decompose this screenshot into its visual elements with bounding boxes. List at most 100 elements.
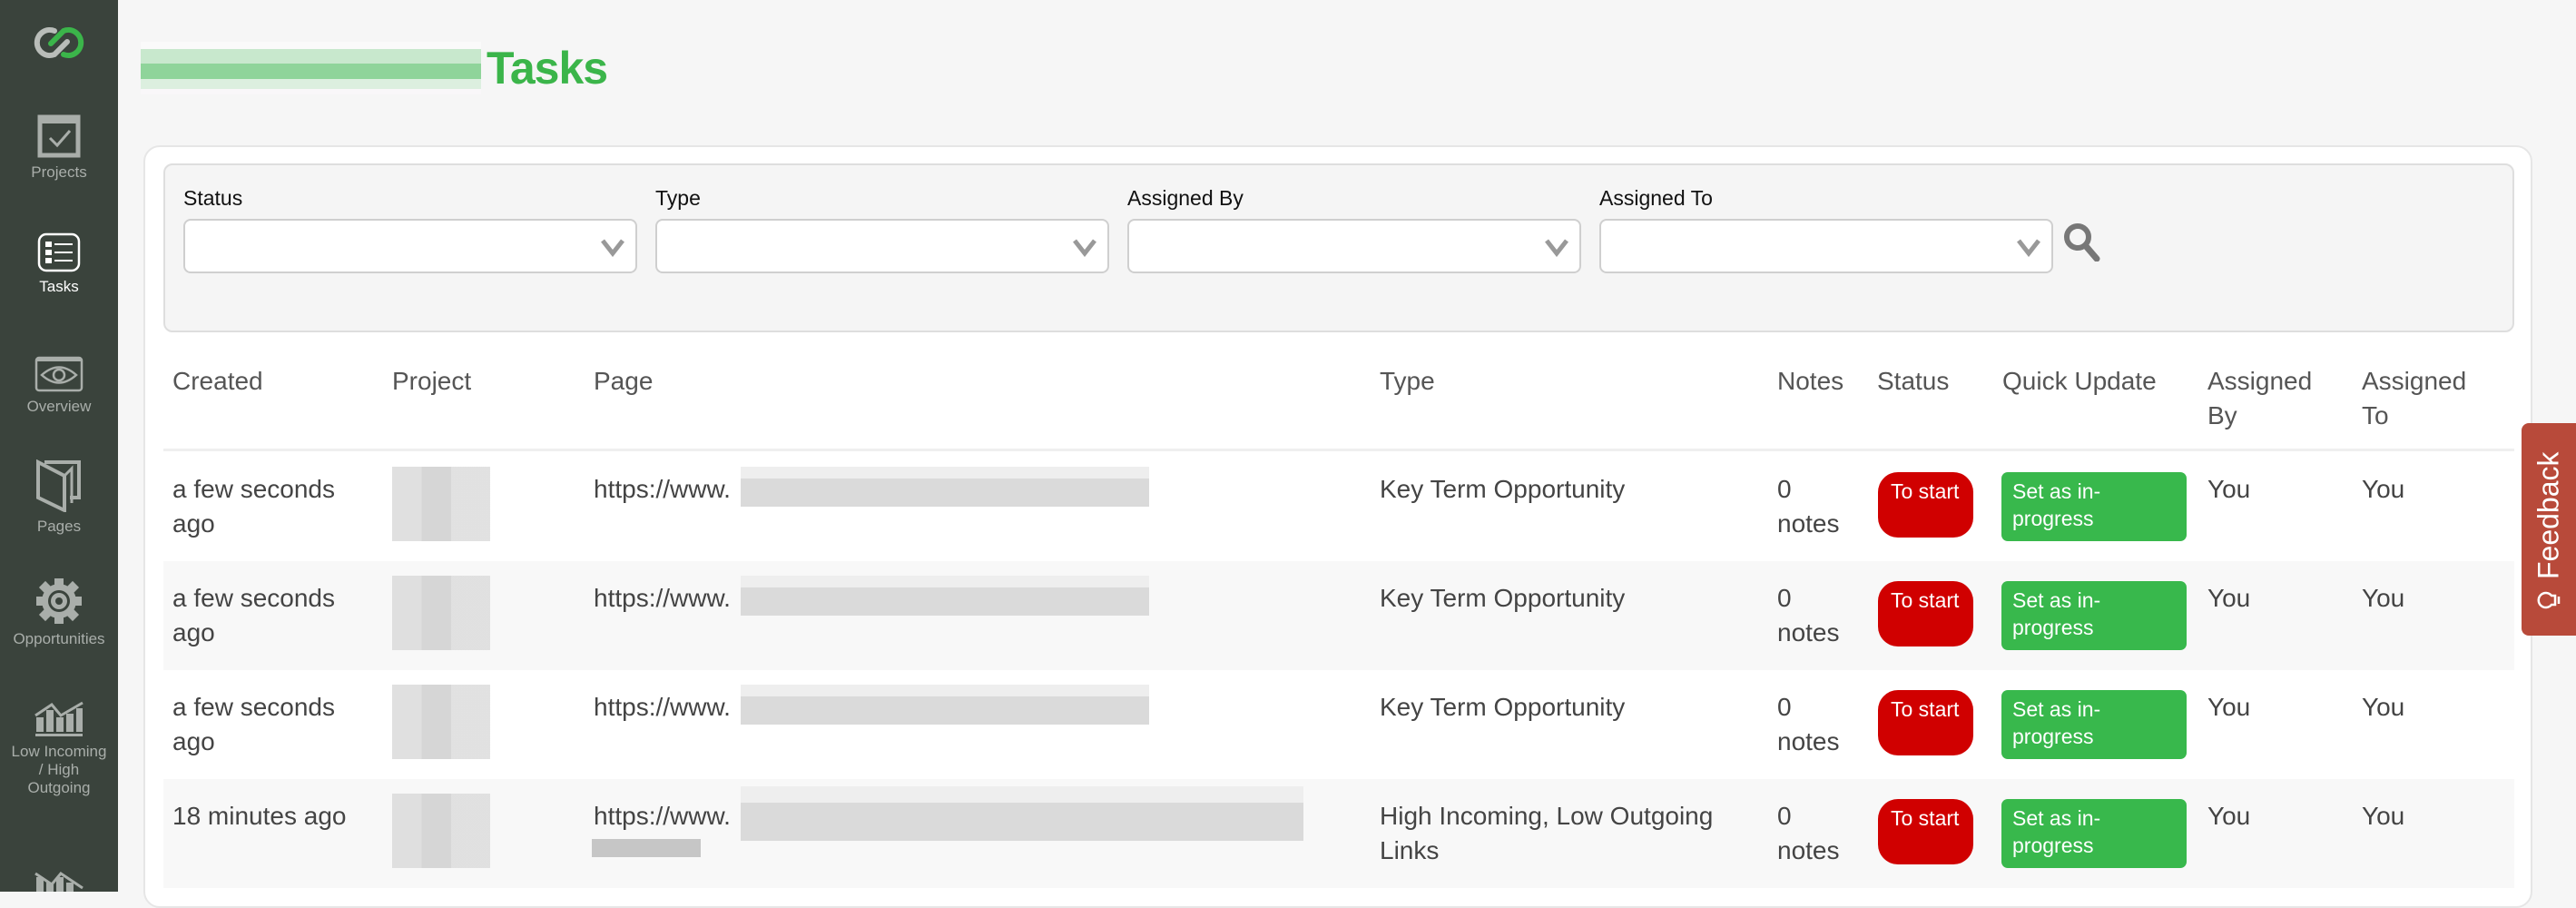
chart-down-icon [34, 872, 84, 892]
feedback-tab[interactable]: Feedback [2522, 423, 2576, 636]
notes-cell[interactable]: 0 notes [1777, 799, 1850, 868]
created-cell: 18 minutes ago [172, 802, 347, 830]
assigned-by-cell: You [2207, 584, 2251, 612]
set-in-progress-button[interactable]: Set as in-progress [2001, 581, 2187, 650]
sidebar-item-projects[interactable]: Projects [0, 114, 118, 182]
redacted-url [741, 576, 1149, 616]
column-header-assigned-to[interactable]: Assigned To [2362, 364, 2466, 433]
created-cell: a few seconds ago [172, 693, 335, 755]
set-in-progress-button[interactable]: Set as in-progress [2001, 690, 2187, 759]
chevron-down-icon [1073, 239, 1096, 257]
page-link[interactable]: https://www. [594, 690, 731, 725]
assigned-to-cell: You [2362, 693, 2405, 721]
created-cell: a few seconds ago [172, 584, 335, 646]
filter-label: Type [655, 186, 701, 210]
redacted-url [741, 685, 1149, 725]
sidebar-item-tasks[interactable]: Tasks [0, 232, 118, 296]
chart-up-icon [34, 701, 84, 736]
type-cell: Key Term Opportunity [1380, 475, 1626, 503]
column-header-project[interactable]: Project [392, 364, 471, 399]
page-link[interactable]: https://www. [594, 799, 731, 834]
filter-label: Assigned By [1127, 186, 1244, 210]
status-badge: To start [1878, 472, 1973, 538]
status-select[interactable] [183, 219, 637, 273]
sidebar-item-pages[interactable]: Pages [0, 459, 118, 536]
feedback-label: Feedback [2532, 451, 2565, 580]
sidebar-item-label: Projects [31, 163, 87, 181]
redacted-url [741, 467, 1149, 507]
table-row: a few seconds ago https://www. Key Term … [163, 670, 2514, 779]
column-header-type[interactable]: Type [1380, 364, 1435, 399]
assigned-to-cell: You [2362, 584, 2405, 612]
chevron-down-icon [2017, 239, 2040, 257]
status-badge: To start [1878, 690, 1973, 755]
redacted-project-name [141, 42, 481, 94]
column-header-created[interactable]: Created [172, 364, 263, 399]
status-badge: To start [1878, 581, 1973, 646]
checkbox-icon [37, 114, 81, 158]
column-header-notes[interactable]: Notes [1777, 364, 1844, 399]
assigned-to-select[interactable] [1599, 219, 2053, 273]
created-cell: a few seconds ago [172, 475, 335, 538]
sidebar-item-label: Pages [36, 518, 82, 535]
feedback-content: Feedback [2525, 450, 2572, 614]
column-header-page[interactable]: Page [594, 364, 653, 399]
sidebar-item-more[interactable] [0, 870, 118, 897]
assigned-to-cell: You [2362, 802, 2405, 830]
table-row: a few seconds ago https://www. Key Term … [163, 452, 2514, 561]
filter-type: Type [655, 184, 1109, 273]
type-cell: Key Term Opportunity [1380, 584, 1626, 612]
notes-cell[interactable]: 0 notes [1777, 581, 1850, 650]
assigned-to-cell: You [2362, 475, 2405, 503]
page-title-text: Tasks [487, 43, 608, 94]
sidebar-item-label: Opportunities [13, 630, 105, 647]
gear-icon [36, 578, 82, 624]
logo-icon[interactable] [27, 20, 91, 65]
sidebar-item-opportunities[interactable]: Opportunities [0, 577, 118, 648]
assigned-by-cell: You [2207, 802, 2251, 830]
pages-icon [36, 459, 81, 512]
lightbulb-icon [2537, 592, 2561, 609]
filter-label: Status [183, 186, 243, 210]
type-cell: High Incoming, Low Outgoing Links [1380, 802, 1714, 864]
filter-assigned-by: Assigned By [1127, 184, 1581, 273]
chevron-down-icon [1545, 239, 1568, 257]
set-in-progress-button[interactable]: Set as in-progress [2001, 472, 2187, 541]
table-row: 18 minutes ago https://www. High Incomin… [163, 779, 2514, 888]
redacted-url [741, 786, 1303, 841]
redacted-project [392, 685, 490, 759]
redacted-project [392, 794, 490, 868]
notes-cell[interactable]: 0 notes [1777, 690, 1850, 759]
search-icon[interactable] [2062, 222, 2102, 262]
sidebar-item-label: Overview [26, 398, 92, 415]
table-row: a few seconds ago https://www. Key Term … [163, 561, 2514, 670]
filter-label: Assigned To [1599, 186, 1713, 210]
type-cell: Key Term Opportunity [1380, 693, 1626, 721]
filter-status: Status [183, 184, 637, 273]
assigned-by-cell: You [2207, 475, 2251, 503]
page-link[interactable]: https://www. [594, 581, 731, 616]
list-icon [37, 232, 81, 272]
redacted-url-suffix [592, 839, 701, 857]
redacted-project [392, 576, 490, 650]
page-title: Tasks [141, 38, 608, 98]
notes-cell[interactable]: 0 notes [1777, 472, 1850, 541]
column-header-assigned-by[interactable]: Assigned By [2207, 364, 2312, 433]
chevron-down-icon [601, 239, 624, 257]
table-header: Created Project Page Type Notes Status Q… [163, 359, 2514, 451]
sidebar-item-label: Tasks [39, 278, 79, 295]
column-header-status[interactable]: Status [1877, 364, 1949, 399]
redacted-project [392, 467, 490, 541]
eye-icon [34, 356, 84, 392]
assigned-by-cell: You [2207, 693, 2251, 721]
type-select[interactable] [655, 219, 1109, 273]
sidebar-item-label: Low Incoming / High Outgoing [11, 743, 107, 796]
page-link[interactable]: https://www. [594, 472, 731, 507]
set-in-progress-button[interactable]: Set as in-progress [2001, 799, 2187, 868]
sidebar-item-low-incoming-high-outgoing[interactable]: Low Incoming / High Outgoing [0, 701, 118, 797]
column-header-quick-update[interactable]: Quick Update [2002, 364, 2157, 399]
sidebar-item-overview[interactable]: Overview [0, 356, 118, 416]
assigned-by-select[interactable] [1127, 219, 1581, 273]
sidebar: Projects Tasks Overview Pages Opportunit… [0, 0, 118, 892]
filter-assigned-to: Assigned To [1599, 184, 2053, 273]
